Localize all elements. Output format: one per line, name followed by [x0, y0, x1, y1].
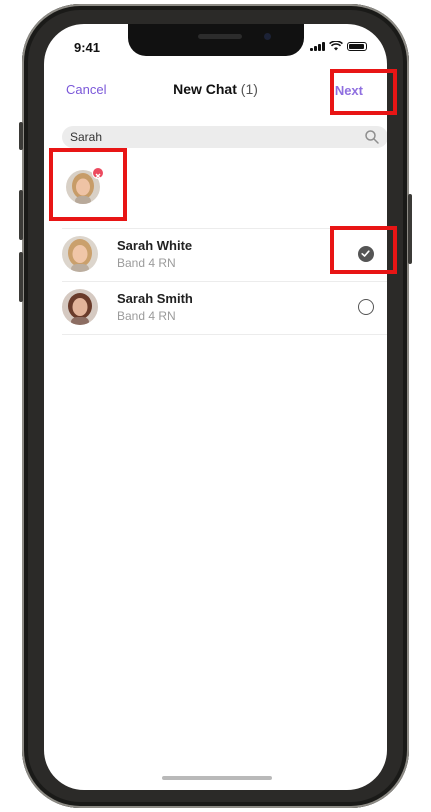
volume-down-button: [19, 190, 23, 240]
signal-icon: [310, 42, 325, 51]
search-input[interactable]: [70, 130, 364, 144]
mute-switch: [19, 252, 23, 302]
search-bar[interactable]: [62, 126, 387, 148]
title-text: New Chat: [173, 81, 237, 97]
status-time: 9:41: [74, 40, 101, 55]
unselected-radio-icon[interactable]: [358, 299, 374, 315]
power-button: [408, 194, 412, 264]
app-screen: 9:41 Cancel New Chat (1) Next Sarah Sara…: [44, 24, 387, 790]
status-icons: [310, 41, 367, 51]
notch: [128, 24, 304, 56]
speaker: [198, 34, 242, 39]
avatar: [62, 289, 98, 325]
highlight-selected-check: [330, 226, 397, 274]
volume-up-button: [19, 122, 23, 150]
wifi-icon: [329, 41, 343, 51]
avatar-brunette-icon: [62, 289, 98, 325]
highlight-next-button: [330, 69, 397, 115]
front-camera: [264, 33, 271, 40]
avatar-blonde-icon: [62, 236, 98, 272]
selected-count: (1): [240, 81, 258, 97]
contact-role: Band 4 RN: [117, 309, 176, 323]
contact-name: Sarah Smith: [117, 291, 193, 306]
battery-icon: [347, 42, 367, 51]
highlight-selected-recipient: [49, 148, 127, 221]
home-indicator[interactable]: [162, 776, 272, 780]
contact-role: Band 4 RN: [117, 256, 176, 270]
contact-name: Sarah White: [117, 238, 193, 253]
search-icon[interactable]: [364, 129, 380, 145]
contact-row[interactable]: Sarah Smith Band 4 RN: [62, 281, 387, 335]
avatar: [62, 236, 98, 272]
